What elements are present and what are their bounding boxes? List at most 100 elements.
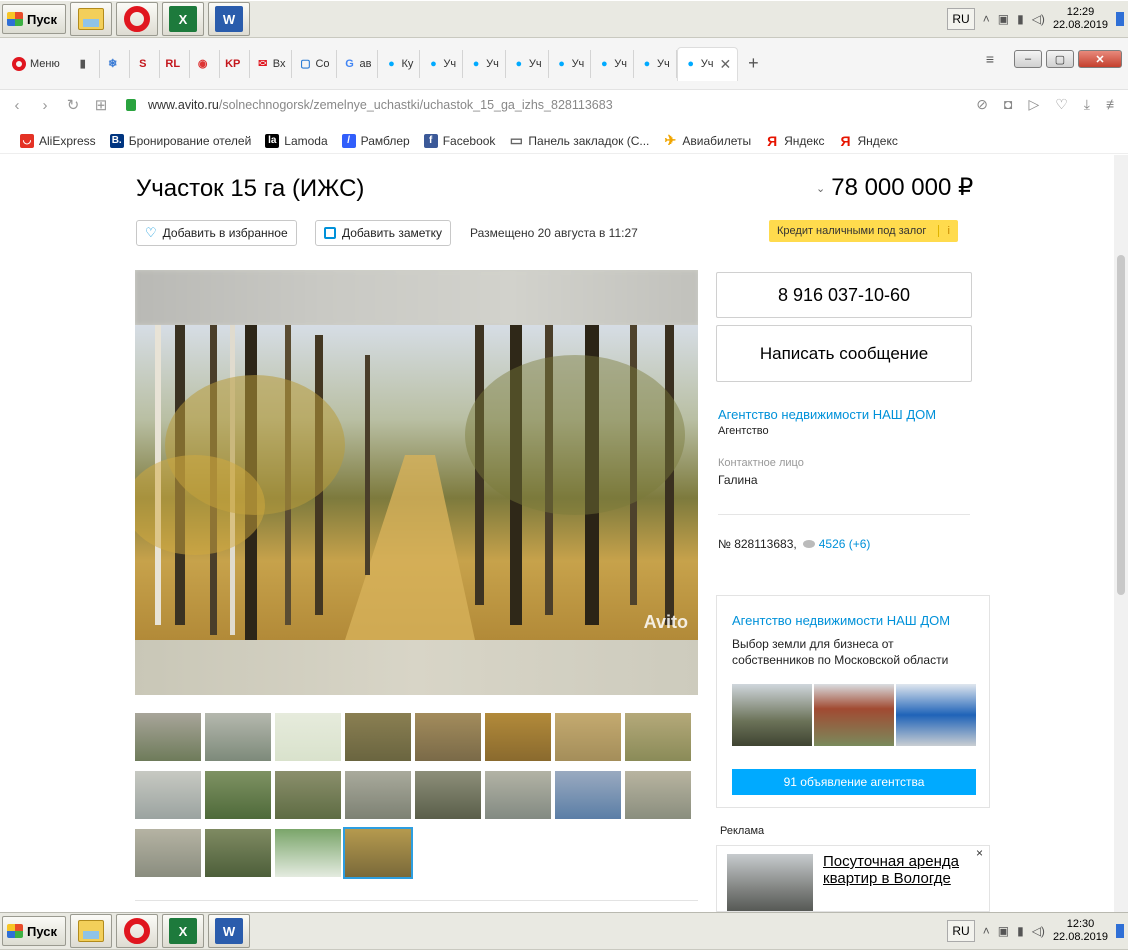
reload-icon[interactable]: ↻ [62,96,84,114]
photo-thumbnail[interactable] [205,829,271,877]
language-indicator[interactable]: RU [947,920,975,942]
agency-photo[interactable] [814,684,894,746]
opera-taskbar-button[interactable] [116,2,158,36]
ad-text[interactable]: Посуточная аренда квартир в Вологде [823,853,973,887]
language-indicator[interactable]: RU [947,8,975,30]
agency-photo[interactable] [896,684,976,746]
scrollbar-thumb[interactable] [1117,255,1125,595]
info-icon[interactable]: i [938,225,950,237]
show-desktop-button[interactable] [1116,924,1124,938]
bookmark-6[interactable]: ✈ Авиабилеты [663,132,752,148]
word-taskbar-button[interactable]: W [208,2,250,36]
settings-icon[interactable]: ≢ [1106,96,1120,113]
camera-icon[interactable]: ◘ [1004,96,1012,113]
bookmark-5[interactable]: ▭ Панель закладок (С... [509,132,650,148]
photo-thumbnail[interactable] [625,771,691,819]
chevron-up-icon[interactable]: ˄ [983,12,990,26]
photo-thumbnail[interactable] [275,771,341,819]
search-icon[interactable]: ⊘ [976,96,988,113]
word-taskbar-button[interactable]: W [208,914,250,948]
close-window-button[interactable]: ✕ [1078,50,1122,68]
speed-dial-icon[interactable]: ⊞ [90,96,112,114]
opera-menu-button[interactable]: Меню [0,56,70,71]
add-to-favorites-button[interactable]: ♡ Добавить в избранное [136,220,297,246]
tab-16[interactable]: ● Уч ✕ [676,46,739,81]
agency-photo[interactable] [732,684,812,746]
clock[interactable]: 12:29 22.08.2019 [1053,6,1108,32]
agency-card-name[interactable]: Агентство недвижимости НАШ ДОМ [732,613,950,628]
bookmark-3[interactable]: / Рамблер [341,133,410,148]
tab-14[interactable]: ● Уч [591,49,634,78]
add-note-button[interactable]: Добавить заметку [315,220,451,246]
chevron-down-icon[interactable]: ⌄ [816,183,825,195]
clock[interactable]: 12:30 22.08.2019 [1053,918,1108,944]
back-icon[interactable]: ‹ [6,97,28,114]
photo-thumbnail[interactable] [415,771,481,819]
scrollbar[interactable] [1114,155,1128,912]
heart-icon[interactable]: ♡ [1055,96,1068,113]
new-tab-button[interactable]: + [738,53,769,74]
send-icon[interactable]: ▷ [1028,96,1039,113]
photo-thumbnail[interactable] [275,713,341,761]
close-icon[interactable]: × [976,846,983,860]
photo-thumbnail[interactable] [555,771,621,819]
ad-banner[interactable]: Посуточная аренда квартир в Вологде × [716,845,990,912]
close-tab-icon[interactable]: ✕ [719,56,731,73]
download-icon[interactable]: ⤓ [1084,96,1090,113]
tab-1[interactable]: ❄ [100,49,130,78]
bookmark-2[interactable]: la Lamoda [265,133,328,148]
tab-12[interactable]: ● Уч [506,49,549,78]
photo-thumbnail[interactable] [485,713,551,761]
photo-thumbnail[interactable] [345,713,411,761]
start-button[interactable]: Пуск [2,4,66,34]
tab-menu-icon[interactable]: ≡ [986,51,994,67]
tab-2[interactable]: S [130,49,160,78]
network-warning-icon[interactable]: ▣ [998,924,1009,938]
tab-7[interactable]: ▢ Co [292,49,337,78]
maximize-button[interactable]: ▢ [1046,50,1074,68]
bookmark-0[interactable]: ◡ AliExpress [20,133,96,148]
agency-listings-button[interactable]: 91 объявление агентства [732,769,976,795]
bookmark-4[interactable]: f Facebook [423,133,495,148]
tab-8[interactable]: Gав [337,49,379,78]
tab-5[interactable]: KP [220,49,250,78]
photo-thumbnail[interactable] [345,771,411,819]
main-photo[interactable]: Avito [135,270,698,695]
network-warning-icon[interactable]: ▣ [998,12,1009,26]
photo-thumbnail[interactable] [205,713,271,761]
minimize-button[interactable]: – [1014,50,1042,68]
chevron-up-icon[interactable]: ˄ [983,924,990,938]
forward-icon[interactable]: › [34,97,56,114]
tab-3[interactable]: RL [160,49,190,78]
photo-thumbnail[interactable] [415,713,481,761]
views-counter[interactable]: 4526 (+6) [802,537,870,551]
photo-thumbnail[interactable] [135,713,201,761]
photo-thumbnail[interactable] [205,771,271,819]
tab-4[interactable]: ◉ [190,49,220,78]
photo-thumbnail[interactable] [555,713,621,761]
bookmark-8[interactable]: Я Яндекс [838,133,897,149]
photo-thumbnail[interactable] [135,771,201,819]
start-button[interactable]: Пуск [2,916,66,946]
show-desktop-button[interactable] [1116,12,1124,26]
photo-thumbnail[interactable] [343,827,413,879]
write-message-button[interactable]: Написать сообщение [716,325,972,382]
explorer-taskbar-button[interactable] [70,2,112,36]
bookmark-1[interactable]: B. Бронирование отелей [109,133,251,148]
photo-thumbnail[interactable] [275,829,341,877]
tab-15[interactable]: ● Уч [634,49,677,78]
agency-link[interactable]: Агентство недвижимости НАШ ДОМ [718,407,936,422]
tab-6[interactable]: ✉ Вх [250,49,293,78]
volume-icon[interactable]: ◁) [1032,924,1045,938]
phone-number-button[interactable]: 8 916 037-10-60 [716,272,972,318]
opera-taskbar-button[interactable] [116,914,158,948]
url-field[interactable]: www.avito.ru/solnechnogorsk/zemelnye_uch… [148,98,613,112]
photo-thumbnail[interactable] [135,829,201,877]
tab-0[interactable]: ▮ [70,49,100,78]
tab-11[interactable]: ● Уч [463,49,506,78]
excel-taskbar-button[interactable]: X [162,914,204,948]
photo-thumbnail[interactable] [485,771,551,819]
explorer-taskbar-button[interactable] [70,914,112,948]
volume-icon[interactable]: ◁) [1032,12,1045,26]
signal-icon[interactable]: ▮ [1017,924,1024,938]
